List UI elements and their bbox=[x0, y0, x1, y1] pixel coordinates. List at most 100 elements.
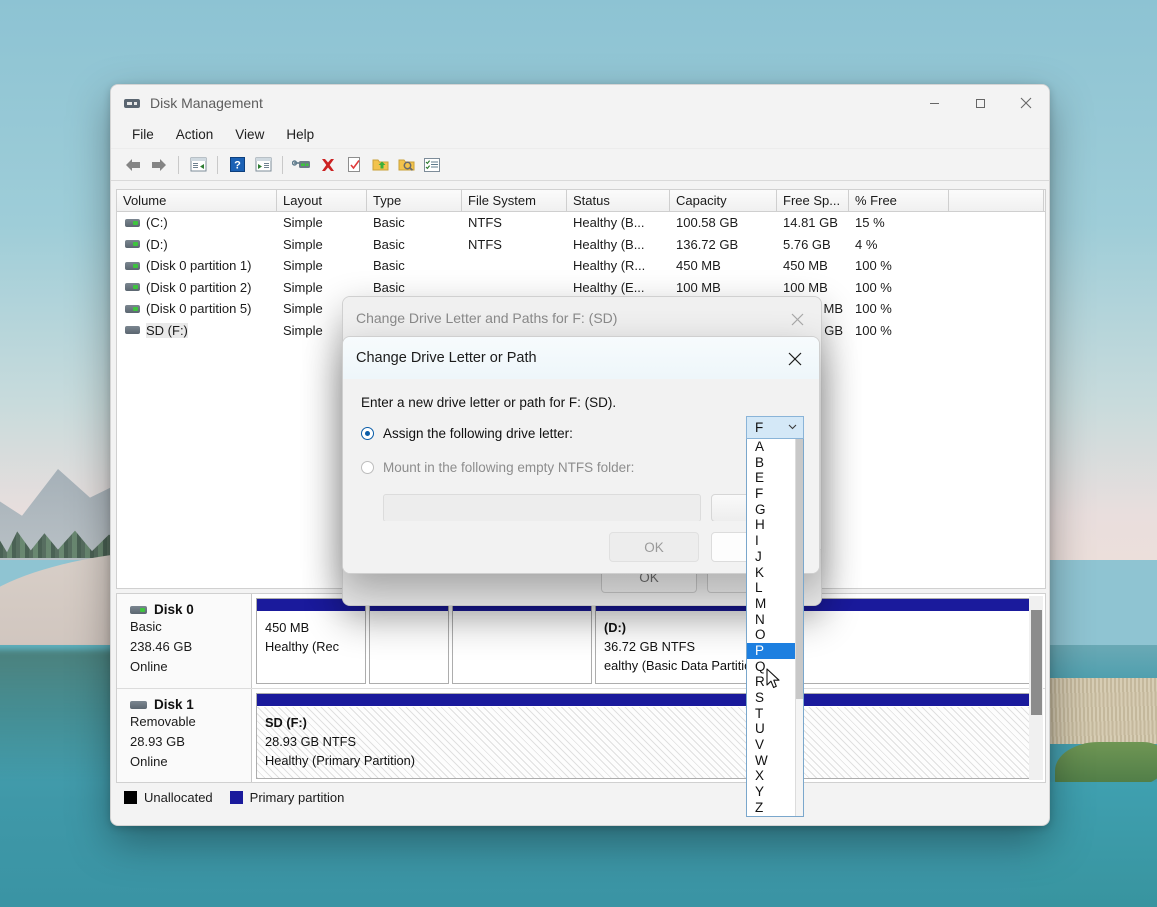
window-titlebar[interactable]: Disk Management bbox=[111, 85, 1049, 121]
disk-row-1: Disk 1 Removable 28.93 GB Online SD (F:)… bbox=[117, 689, 1045, 782]
volume-name: (Disk 0 partition 5) bbox=[146, 301, 252, 317]
extend-volume-icon[interactable] bbox=[368, 153, 392, 177]
radio-assign-drive-letter[interactable]: Assign the following drive letter: bbox=[361, 426, 801, 441]
disk-title-0: Disk 0 bbox=[130, 602, 251, 617]
menu-help[interactable]: Help bbox=[275, 124, 325, 145]
disk-size: 238.46 GB bbox=[130, 639, 193, 654]
toolbar-separator bbox=[178, 155, 179, 174]
show-hide-console-tree-icon[interactable] bbox=[186, 153, 210, 177]
rescan-disks-icon[interactable] bbox=[290, 153, 314, 177]
disk-size: 28.93 GB bbox=[130, 734, 185, 749]
radio-mount-ntfs-folder[interactable]: Mount in the following empty NTFS folder… bbox=[361, 460, 801, 475]
scrollbar-thumb[interactable] bbox=[796, 439, 803, 699]
volume-drive-icon bbox=[125, 240, 140, 249]
table-row[interactable]: (D:) Simple Basic NTFS Healthy (B... 136… bbox=[117, 234, 1045, 256]
disk-info-0[interactable]: Disk 0 Basic 238.46 GB Online bbox=[117, 594, 252, 688]
legend-label-unallocated: Unallocated bbox=[144, 789, 213, 805]
volume-percent: 100 % bbox=[855, 279, 892, 295]
help-icon[interactable]: ? bbox=[225, 153, 249, 177]
disk-kind: Removable bbox=[130, 714, 196, 729]
combobox-scrollbar[interactable] bbox=[795, 439, 803, 816]
combobox-field[interactable]: F bbox=[746, 416, 804, 439]
delete-icon[interactable] bbox=[316, 153, 340, 177]
column-header-capacity[interactable]: Capacity bbox=[670, 190, 777, 211]
menu-bar: File Action View Help bbox=[111, 121, 1049, 149]
letter-ok-button[interactable]: OK bbox=[609, 532, 699, 562]
svg-text:?: ? bbox=[234, 160, 241, 172]
column-header-extra[interactable] bbox=[949, 190, 1044, 211]
maximize-button[interactable] bbox=[957, 85, 1003, 121]
column-header-status[interactable]: Status bbox=[567, 190, 670, 211]
partition-status: ealthy (Basic Data Partition) bbox=[604, 658, 763, 673]
toolbar: ? bbox=[111, 149, 1049, 181]
menu-file[interactable]: File bbox=[121, 124, 165, 145]
volume-name: SD (F:) bbox=[146, 322, 188, 338]
table-row[interactable]: (Disk 0 partition 1) Simple Basic Health… bbox=[117, 255, 1045, 277]
close-button[interactable] bbox=[1003, 85, 1049, 121]
partition-block[interactable] bbox=[369, 598, 449, 684]
volume-free: 5.76 GB bbox=[783, 236, 831, 252]
close-icon[interactable] bbox=[783, 307, 811, 331]
volume-layout: Simple bbox=[283, 236, 323, 252]
menu-view[interactable]: View bbox=[224, 124, 275, 145]
table-row[interactable]: (Disk 0 partition 2) Simple Basic Health… bbox=[117, 277, 1045, 299]
partition-legend: Unallocated Primary partition bbox=[116, 785, 1046, 809]
volume-name: (Disk 0 partition 2) bbox=[146, 279, 252, 295]
volume-layout: Simple bbox=[283, 215, 323, 231]
mount-path-input[interactable] bbox=[383, 494, 701, 522]
volume-type: Basic bbox=[373, 279, 405, 295]
volume-type: Basic bbox=[373, 236, 405, 252]
table-row[interactable]: (C:) Simple Basic NTFS Healthy (B... 100… bbox=[117, 212, 1045, 234]
disk-info-1[interactable]: Disk 1 Removable 28.93 GB Online bbox=[117, 689, 252, 782]
close-icon[interactable] bbox=[781, 346, 809, 372]
partition-block[interactable] bbox=[452, 598, 592, 684]
volume-percent: 100 % bbox=[855, 258, 892, 274]
mouse-pointer bbox=[766, 668, 782, 695]
column-header-free-space[interactable]: Free Sp... bbox=[777, 190, 849, 211]
radio-assign-label: Assign the following drive letter: bbox=[383, 426, 573, 441]
partition-size: 36.72 GB NTFS bbox=[604, 639, 696, 654]
radio-mount-label: Mount in the following empty NTFS folder… bbox=[383, 460, 635, 475]
legend-swatch-primary bbox=[229, 790, 243, 804]
disk-name: Disk 1 bbox=[154, 697, 194, 712]
mount-path-row: Bro bbox=[383, 494, 801, 522]
column-header-percent-free[interactable]: % Free bbox=[849, 190, 949, 211]
volume-capacity: 100.58 GB bbox=[676, 215, 739, 231]
column-header-file-system[interactable]: File System bbox=[462, 190, 567, 211]
disk-pane-scrollbar[interactable] bbox=[1029, 596, 1043, 780]
properties-icon[interactable] bbox=[342, 153, 366, 177]
combobox-selected-value: F bbox=[755, 420, 764, 435]
list-view-icon[interactable] bbox=[420, 153, 444, 177]
disk-title-1: Disk 1 bbox=[130, 697, 251, 712]
search-folder-icon[interactable] bbox=[394, 153, 418, 177]
disk-graphic-pane: Disk 0 Basic 238.46 GB Online 450 MB Hea… bbox=[116, 593, 1046, 783]
column-header-volume[interactable]: Volume bbox=[117, 190, 277, 211]
back-icon[interactable] bbox=[121, 153, 145, 177]
volume-status: Healthy (B... bbox=[573, 215, 645, 231]
column-header-type[interactable]: Type bbox=[367, 190, 462, 211]
combobox-option-list[interactable]: A B E F G H I J K L M N O P Q R S T U V … bbox=[746, 439, 804, 817]
drive-letter-combobox[interactable]: F A B E F G H I J K L M N O P Q R S T U … bbox=[746, 416, 804, 817]
volume-free: 14.81 GB bbox=[783, 215, 838, 231]
radio-button-mount[interactable] bbox=[361, 461, 374, 474]
volume-status: Healthy (B... bbox=[573, 236, 645, 252]
chevron-down-icon[interactable] bbox=[788, 422, 797, 433]
column-header-layout[interactable]: Layout bbox=[277, 190, 367, 211]
disk-state: Online bbox=[130, 754, 168, 769]
radio-button-assign[interactable] bbox=[361, 427, 374, 440]
volume-name: (Disk 0 partition 1) bbox=[146, 258, 252, 274]
volume-status: Healthy (E... bbox=[573, 279, 645, 295]
scrollbar-thumb[interactable] bbox=[1031, 610, 1042, 715]
partition-block[interactable]: 450 MB Healthy (Rec bbox=[256, 598, 366, 684]
volume-percent: 100 % bbox=[855, 322, 892, 338]
toolbar-separator bbox=[282, 155, 283, 174]
partition-block[interactable]: (D:) 36.72 GB NTFS ealthy (Basic Data Pa… bbox=[595, 598, 1041, 684]
disk-name: Disk 0 bbox=[154, 602, 194, 617]
partition-block[interactable]: SD (F:) 28.93 GB NTFS Healthy (Primary P… bbox=[256, 693, 1041, 779]
partition-status: Healthy (Primary Partition) bbox=[265, 753, 416, 768]
partition-label: SD (F:) bbox=[265, 715, 307, 730]
minimize-button[interactable] bbox=[911, 85, 957, 121]
show-hide-action-pane-icon[interactable] bbox=[251, 153, 275, 177]
menu-action[interactable]: Action bbox=[165, 124, 225, 145]
forward-icon[interactable] bbox=[147, 153, 171, 177]
